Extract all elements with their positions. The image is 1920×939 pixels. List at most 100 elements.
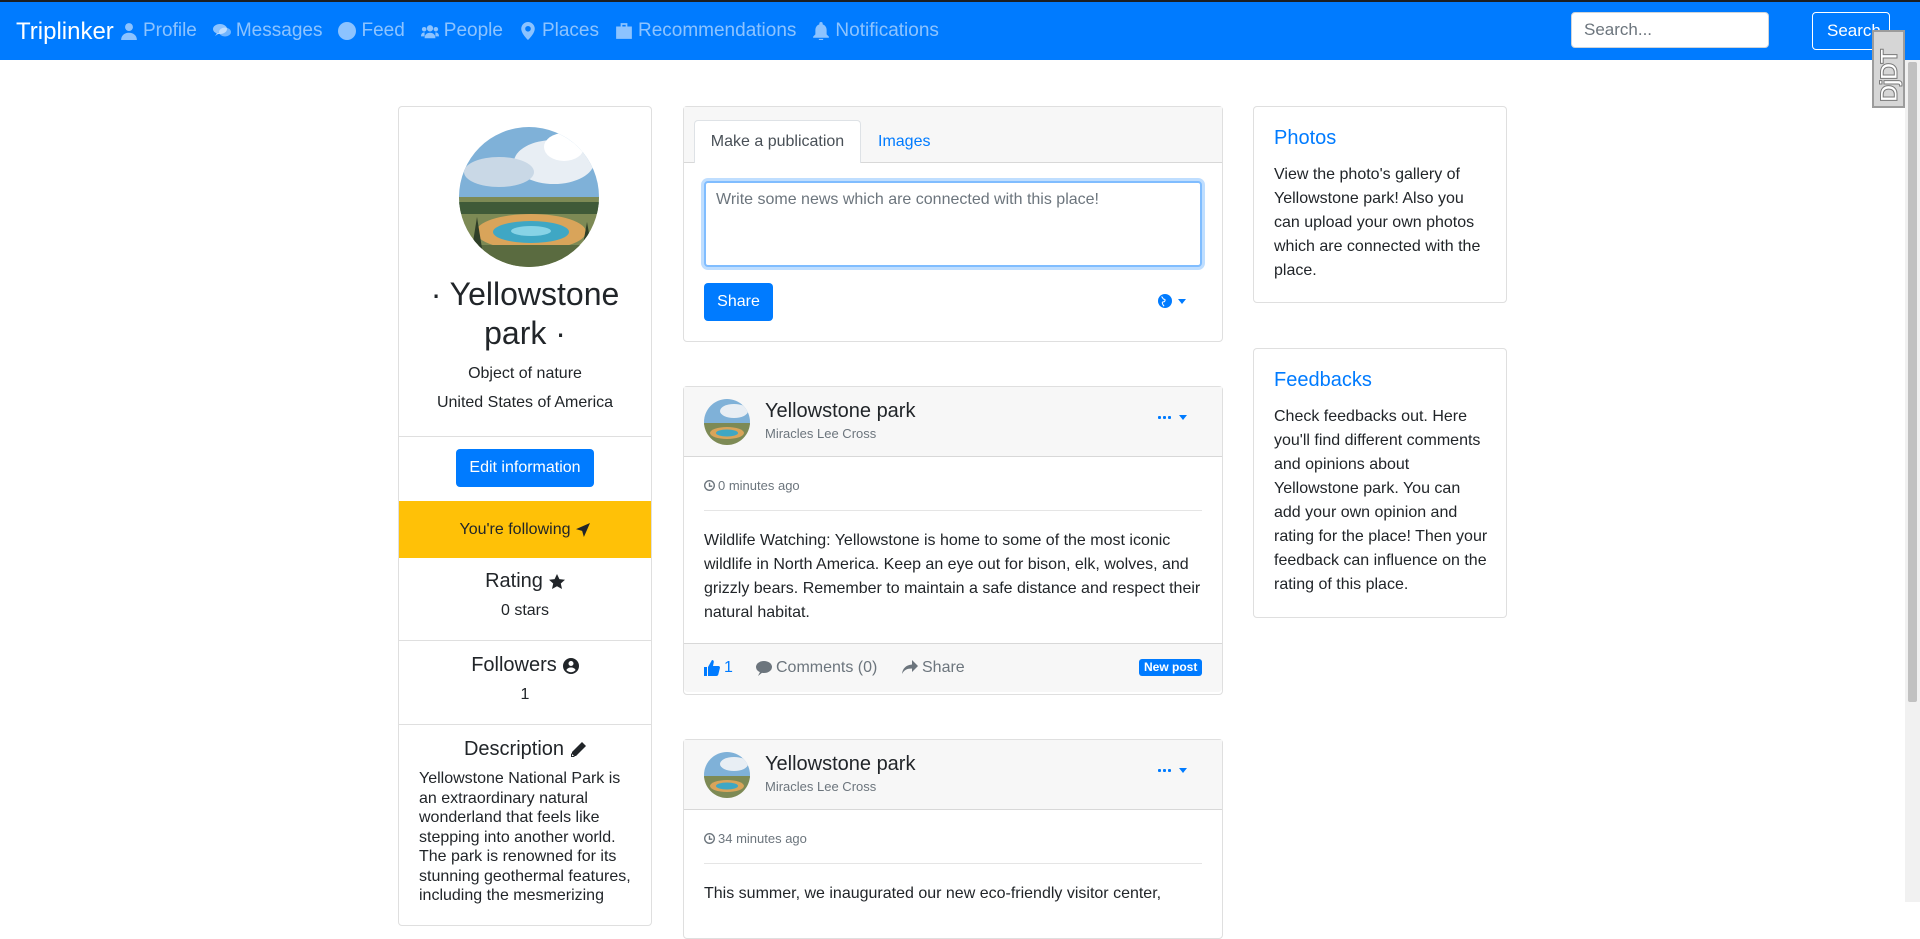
new-post-badge: New post <box>1139 659 1203 676</box>
divider <box>704 510 1202 511</box>
post-avatar[interactable] <box>704 399 750 445</box>
nav-item-recommendations[interactable]: Recommendations <box>615 2 796 60</box>
user-circle-icon <box>562 657 579 674</box>
place-avatar <box>459 127 599 267</box>
followers-value: 1 <box>520 686 530 703</box>
rating-label: Rating <box>485 570 543 592</box>
photos-link[interactable]: Photos <box>1274 127 1336 150</box>
nav-item-feed[interactable]: Feed <box>338 2 405 60</box>
news-textarea[interactable] <box>704 181 1202 267</box>
share-icon <box>902 660 918 674</box>
bell-icon <box>813 22 830 40</box>
post-author[interactable]: Miracles Lee Cross <box>765 779 876 794</box>
place-name: · Yellowstone park · <box>399 275 651 353</box>
rating-title: Rating <box>399 570 651 593</box>
scrollbar-thumb[interactable] <box>1908 62 1917 702</box>
nav-item-messages[interactable]: Messages <box>212 2 323 60</box>
post-time: 0 minutes ago <box>704 478 800 493</box>
post-header: Yellowstone park Miracles Lee Cross <box>684 740 1222 810</box>
post-body: Wildlife Watching: Yellowstone is home t… <box>704 532 1201 621</box>
debug-toolbar-handle[interactable]: DjDT <box>1872 30 1905 108</box>
globe-icon <box>1158 294 1172 308</box>
photos-text: View the photo's gallery of Yellowstone … <box>1274 166 1481 279</box>
more-icon <box>1158 416 1173 419</box>
post-time-text: 34 minutes ago <box>718 831 807 846</box>
more-icon <box>1158 769 1173 772</box>
description-title: Description <box>399 738 651 761</box>
debug-toolbar-label: DjDT <box>1876 50 1904 103</box>
post-options-menu[interactable] <box>1158 415 1187 420</box>
nav-item-label: Places <box>541 20 599 41</box>
clock-icon <box>704 833 715 844</box>
photos-card: Photos View the photo's gallery of Yello… <box>1253 106 1507 303</box>
nav-item-label: People <box>443 20 503 41</box>
place-name-line1: · Yellowstone <box>430 276 620 312</box>
chevron-down-icon <box>1179 415 1187 420</box>
share-post-button[interactable]: Share <box>902 644 965 692</box>
divider <box>399 724 651 725</box>
comments-button[interactable]: Comments (0) <box>756 644 877 692</box>
share-post-label: Share <box>922 659 965 676</box>
brand-link[interactable]: Triplinker <box>16 18 114 46</box>
post-title[interactable]: Yellowstone park <box>765 753 915 776</box>
briefcase-icon <box>616 23 632 39</box>
post-author[interactable]: Miracles Lee Cross <box>765 426 876 441</box>
divider <box>704 863 1202 864</box>
post-card: Yellowstone park Miracles Lee Cross 0 mi… <box>683 386 1223 695</box>
tab-images[interactable]: Images <box>878 120 930 163</box>
tab-make-publication[interactable]: Make a publication <box>694 120 861 163</box>
nav-item-places[interactable]: Places <box>519 2 599 60</box>
post-header: Yellowstone park Miracles Lee Cross <box>684 387 1222 457</box>
pencil-icon[interactable] <box>570 741 587 758</box>
nav-item-label: Feed <box>361 20 405 41</box>
place-profile-card: · Yellowstone park · Object of nature Un… <box>398 106 652 926</box>
search-input[interactable] <box>1571 12 1769 48</box>
nav-menu: Profile Messages Feed People Places Reco… <box>120 2 955 60</box>
post-avatar[interactable] <box>704 752 750 798</box>
post-body: This summer, we inaugurated our new eco-… <box>704 885 1162 902</box>
place-country: United States of America <box>436 394 614 411</box>
comment-icon <box>756 661 772 676</box>
chevron-down-icon <box>1179 768 1187 773</box>
place-type: Object of nature <box>468 365 582 382</box>
comments-label: Comments (0) <box>776 659 878 676</box>
user-icon <box>121 23 137 40</box>
navbar: Triplinker Profile Messages Feed People … <box>0 2 1920 60</box>
nav-item-label: Notifications <box>835 20 939 41</box>
edit-information-button[interactable]: Edit information <box>456 449 594 487</box>
nav-item-label: Recommendations <box>637 20 797 41</box>
nav-item-label: Profile <box>143 20 197 41</box>
map-marker-icon <box>521 22 535 40</box>
feedbacks-text: Check feedbacks out. Here you'll find di… <box>1274 408 1488 593</box>
globe-icon <box>338 22 357 40</box>
nav-item-people[interactable]: People <box>420 2 503 60</box>
chevron-down-icon <box>1178 298 1186 304</box>
divider <box>399 436 651 437</box>
post-title[interactable]: Yellowstone park <box>765 400 915 423</box>
share-button[interactable]: Share <box>704 283 773 321</box>
post-options-menu[interactable] <box>1158 768 1187 773</box>
feedbacks-link[interactable]: Feedbacks <box>1274 369 1372 392</box>
publication-composer: Make a publication Images Share <box>683 106 1223 342</box>
followers-title: Followers <box>399 654 651 677</box>
star-icon <box>548 573 565 589</box>
post-time-text: 0 minutes ago <box>718 478 800 493</box>
clock-icon <box>704 480 715 491</box>
description-label: Description <box>463 738 565 760</box>
feedbacks-card: Feedbacks Check feedbacks out. Here you'… <box>1253 348 1507 618</box>
nav-item-notifications[interactable]: Notifications <box>812 2 939 60</box>
nav-item-label: Messages <box>235 20 323 41</box>
comments-icon <box>212 24 231 37</box>
users-icon <box>420 25 439 39</box>
rating-value: 0 stars <box>500 602 549 619</box>
post-card: Yellowstone park Miracles Lee Cross 34 m… <box>683 739 1223 939</box>
thumbs-up-icon <box>704 660 720 676</box>
post-time: 34 minutes ago <box>704 831 807 846</box>
following-button[interactable]: You're following <box>399 501 651 558</box>
nav-item-profile[interactable]: Profile <box>120 2 197 60</box>
privacy-dropdown[interactable] <box>1158 294 1186 308</box>
location-arrow-icon <box>576 522 591 537</box>
following-label: You're following <box>459 520 571 538</box>
followers-label: Followers <box>471 654 557 676</box>
like-button[interactable]: 1 <box>704 644 733 692</box>
